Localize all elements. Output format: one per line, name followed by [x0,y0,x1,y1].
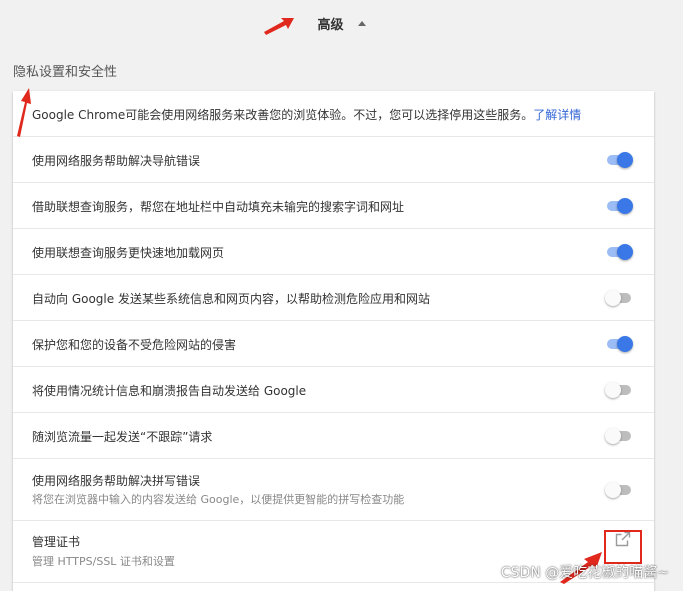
intro-row: Google Chrome可能会使用网络服务来改善您的浏览体验。不过，您可以选择… [13,91,654,137]
setting-row[interactable]: 保护您和您的设备不受危险网站的侵害 [13,321,654,367]
annotation-arrow-icon [264,18,294,35]
setting-toggle[interactable] [605,482,633,498]
setting-row[interactable]: 使用网络服务帮助解决导航错误 [13,137,654,183]
toggle-knob [605,290,621,306]
settings-page: 高级 隐私设置和安全性 Google Chrome可能会使用网络服务来改善您的浏… [0,0,683,591]
toggle-knob [617,336,633,352]
intro-text-wrapper: Google Chrome可能会使用网络服务来改善您的浏览体验。不过，您可以选择… [32,106,581,123]
toggle-knob [605,482,621,498]
setting-row[interactable]: 使用网络服务帮助解决拼写错误 将您在浏览器中输入的内容发送给 Google，以便… [13,459,654,521]
setting-row[interactable]: 使用联想查询服务更快速地加载网页 [13,229,654,275]
setting-toggle[interactable] [605,336,633,352]
annotation-highlight-box [604,530,642,564]
annotation-arrow-icon [17,88,31,137]
certificates-title: 管理证书 [32,535,81,549]
setting-label: 自动向 Google 发送某些系统信息和网页内容，以帮助检测危险应用和网站 [32,292,430,306]
setting-toggle[interactable] [605,198,633,214]
setting-sublabel: 将您在浏览器中输入的内容发送给 Google，以便提供更智能的拼写检查功能 [32,493,405,506]
toggle-knob [605,428,621,444]
setting-toggle[interactable] [605,244,633,260]
setting-label: 随浏览流量一起发送“不跟踪”请求 [32,430,213,444]
setting-label: 使用联想查询服务更快速地加载网页 [32,246,225,260]
toggle-knob [605,382,621,398]
advanced-label: 高级 [317,17,344,33]
setting-label: 使用网络服务帮助解决拼写错误 [32,474,201,488]
privacy-settings-card: Google Chrome可能会使用网络服务来改善您的浏览体验。不过，您可以选择… [13,91,654,591]
setting-row[interactable]: 将使用情况统计信息和崩溃报告自动发送给 Google [13,367,654,413]
toggle-knob [617,198,633,214]
setting-toggle[interactable] [605,428,633,444]
setting-toggle[interactable] [605,152,633,168]
intro-text: Google Chrome可能会使用网络服务来改善您的浏览体验。不过，您可以选择… [32,108,534,122]
setting-label: 保护您和您的设备不受危险网站的侵害 [32,338,237,352]
setting-label: 借助联想查询服务，帮您在地址栏中自动填充未输完的搜索字词和网址 [32,200,405,214]
setting-toggle[interactable] [605,382,633,398]
toggle-knob [617,152,633,168]
setting-row[interactable]: 借助联想查询服务，帮您在地址栏中自动填充未输完的搜索字词和网址 [13,183,654,229]
learn-more-link[interactable]: 了解详情 [533,108,581,122]
advanced-section-toggle[interactable]: 高级 [0,9,683,37]
watermark: CSDN @爱吃花椒的喵酱~ [500,565,669,581]
setting-label: 将使用情况统计信息和崩溃报告自动发送给 Google [32,384,307,398]
toggle-knob [617,244,633,260]
setting-row[interactable]: 随浏览流量一起发送“不跟踪”请求 [13,413,654,459]
section-title: 隐私设置和安全性 [13,65,118,80]
setting-label: 使用网络服务帮助解决导航错误 [32,154,201,168]
certificates-subtitle: 管理 HTTPS/SSL 证书和设置 [32,555,175,568]
caret-up-icon [357,20,366,26]
setting-row[interactable]: 自动向 Google 发送某些系统信息和网页内容，以帮助检测危险应用和网站 [13,275,654,321]
setting-toggle[interactable] [605,290,633,306]
